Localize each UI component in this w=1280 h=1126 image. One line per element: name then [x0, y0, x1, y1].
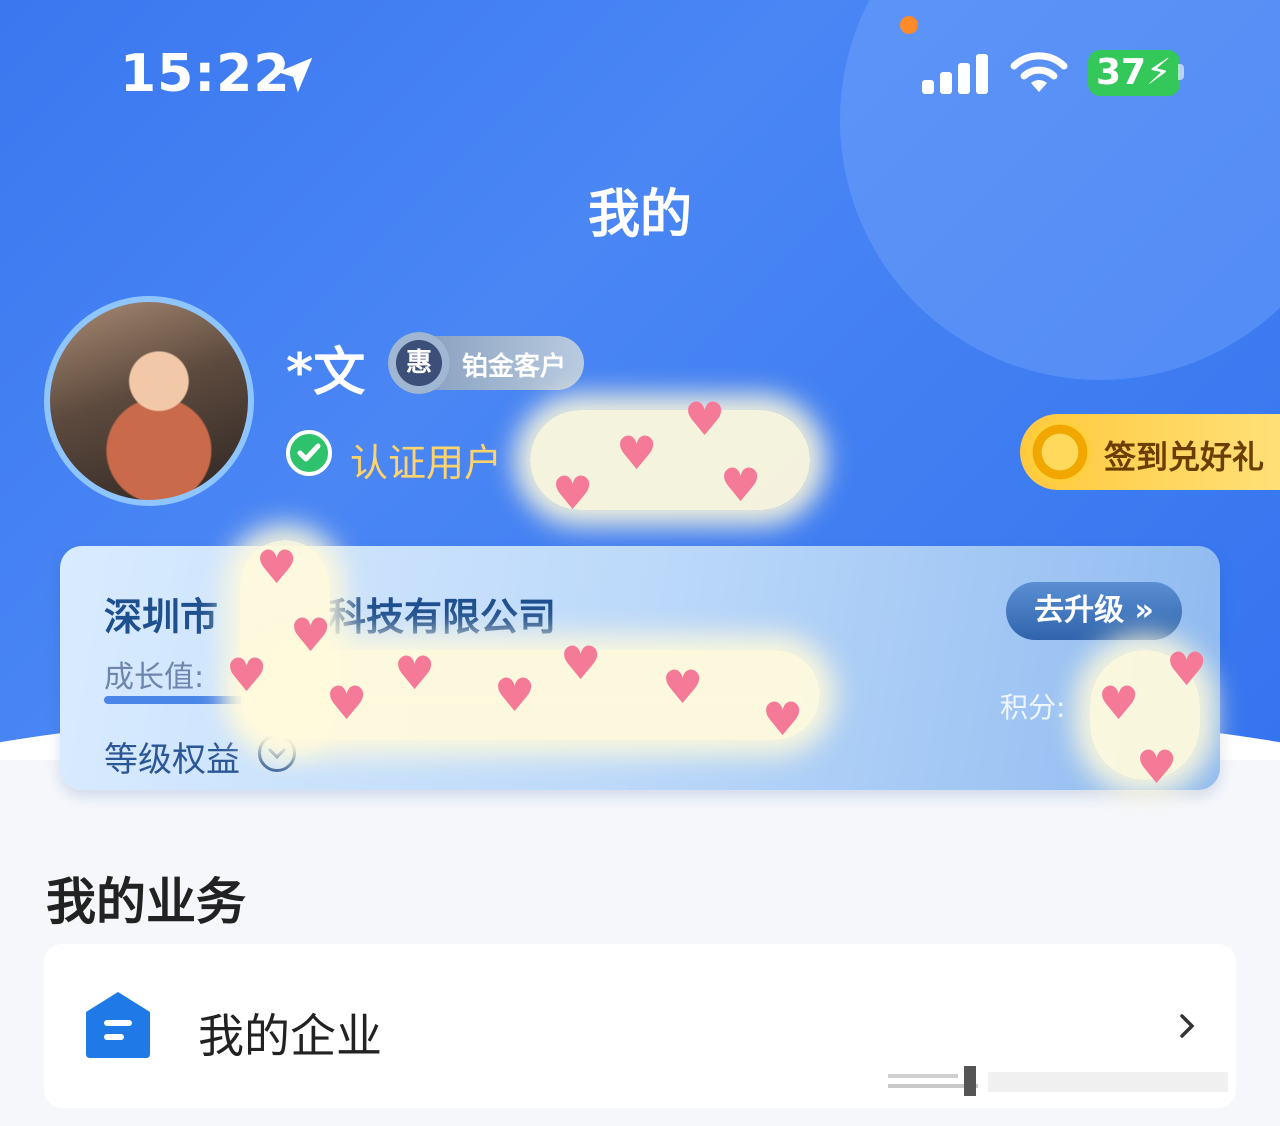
avatar[interactable]	[44, 296, 254, 506]
level-benefits-label[interactable]: 等级权益	[104, 732, 240, 781]
status-bar: 15:22 37⚡	[0, 0, 1280, 140]
heart-sticker: ♥	[256, 540, 298, 594]
heart-sticker: ♥	[1136, 740, 1178, 794]
watermark-strokes	[888, 1066, 1228, 1096]
list-item-label: 我的企业	[198, 1009, 382, 1063]
building-icon	[86, 992, 150, 1058]
check-icon	[286, 430, 332, 476]
growth-progress-fill	[104, 696, 244, 704]
page-title: 我的	[587, 185, 692, 245]
heart-sticker: ♥	[720, 458, 762, 512]
heart-sticker: ♥	[560, 636, 602, 690]
heart-sticker: ♥	[552, 466, 594, 520]
heart-sticker: ♥	[684, 392, 726, 446]
signin-rewards-button[interactable]: 签到兑好礼	[1020, 414, 1280, 490]
signin-label: 签到兑好礼	[1104, 438, 1265, 476]
heart-sticker: ♥	[394, 646, 436, 700]
growth-label: 成长值:	[104, 660, 205, 695]
battery-cap	[1178, 64, 1184, 80]
section-title-my-business: 我的业务	[46, 873, 246, 931]
heart-sticker: ♥	[1098, 676, 1140, 730]
vip-badge[interactable]: 惠 铂金客户	[388, 332, 584, 394]
chevron-right-icon	[1180, 1014, 1195, 1038]
heart-sticker: ♥	[762, 692, 804, 746]
battery-level: 37	[1096, 52, 1147, 93]
coin-icon	[1028, 420, 1092, 484]
heart-sticker: ♥	[290, 608, 332, 662]
upgrade-button[interactable]: 去升级 »	[1006, 582, 1182, 640]
privacy-indicator-dot	[900, 16, 918, 34]
vip-medal-icon: 惠	[388, 332, 450, 394]
signal-icon	[922, 54, 988, 94]
heart-sticker: ♥	[326, 676, 368, 730]
heart-sticker: ♥	[616, 426, 658, 480]
company-name-head: 深圳市	[104, 595, 219, 639]
battery-icon: 37⚡	[1088, 50, 1180, 96]
company-name-tail: 科技有限公司	[328, 595, 557, 639]
points-label: 积分:	[1000, 691, 1066, 724]
charging-bolt: ⚡	[1146, 52, 1172, 93]
heart-sticker: ♥	[662, 660, 704, 714]
heart-sticker: ♥	[226, 648, 268, 702]
wifi-icon	[1010, 52, 1068, 92]
user-name: *文	[286, 343, 366, 403]
status-time: 15:22	[120, 44, 291, 104]
vip-level-label: 铂金客户	[462, 352, 567, 382]
heart-sticker: ♥	[494, 668, 536, 722]
location-arrow-icon	[277, 57, 313, 93]
heart-sticker: ♥	[1166, 642, 1208, 696]
